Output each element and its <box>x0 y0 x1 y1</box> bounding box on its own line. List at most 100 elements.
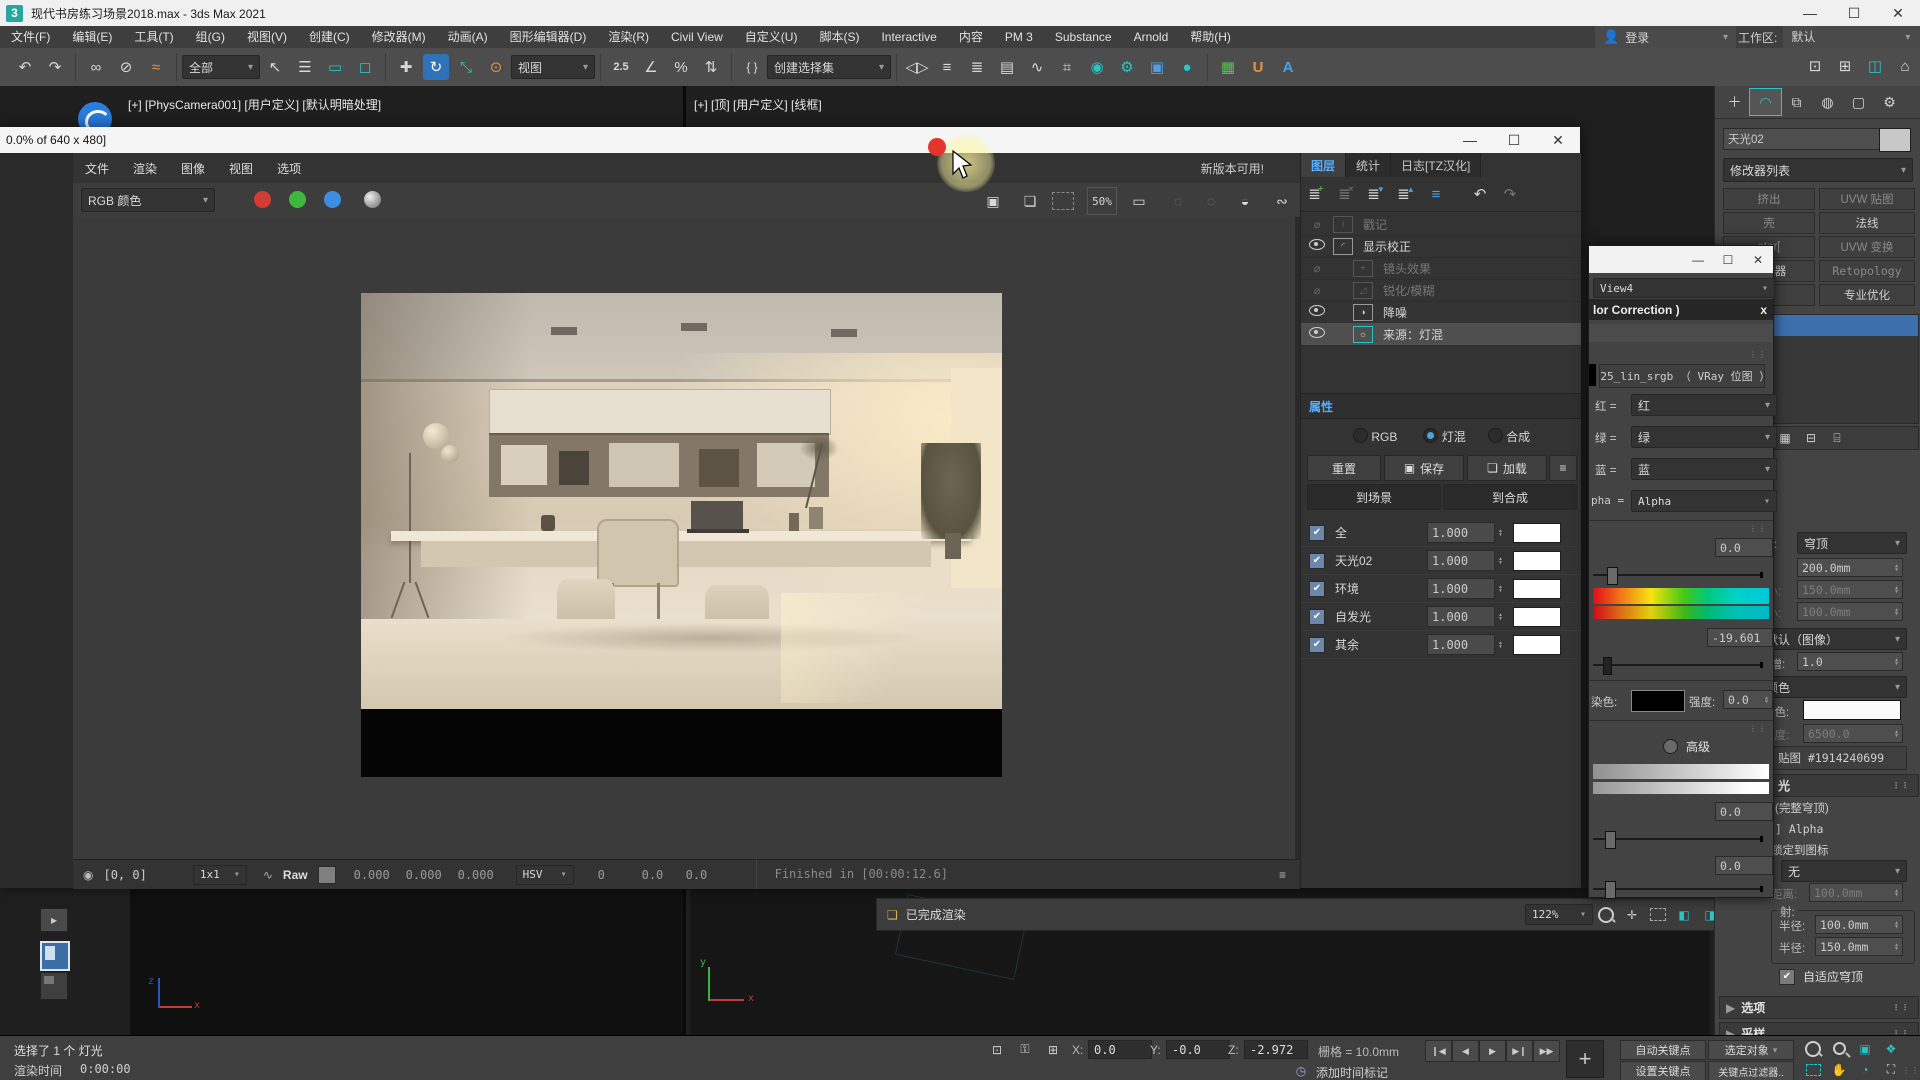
update-notice[interactable]: 新版本可用! <box>1201 160 1264 177</box>
green-map-dropdown[interactable]: 绿 <box>1631 426 1777 448</box>
right-tool-2-icon[interactable]: ⊞ <box>1832 53 1858 79</box>
menu-arnold[interactable]: Arnold <box>1123 26 1180 48</box>
align-icon[interactable]: ≡ <box>934 54 960 80</box>
map-button[interactable]: 贴图 #1914240699 <box>1755 746 1907 770</box>
saturation-value-field[interactable]: -19.601 <box>1707 628 1773 647</box>
contrast-slider[interactable] <box>1593 838 1763 840</box>
grid-icon[interactable]: ⊞ <box>1040 1040 1066 1059</box>
cc-close-button[interactable]: ✕ <box>1743 253 1773 267</box>
menu-views[interactable]: 视图(V) <box>236 26 298 48</box>
eye-off-icon[interactable]: ⌀ <box>1309 262 1325 275</box>
tab-stats[interactable]: 统计 <box>1346 153 1391 177</box>
schematic-view-icon[interactable]: ⌗ <box>1054 54 1080 80</box>
light-color-swatch[interactable] <box>1513 523 1561 543</box>
previous-frame-button[interactable]: ◀ <box>1452 1040 1479 1062</box>
viewport-layout-tab-2[interactable] <box>40 972 68 1000</box>
mod-shell-button[interactable]: 壳 <box>1723 212 1815 234</box>
checkbox-checked[interactable]: ✔ <box>1309 637 1325 653</box>
red-map-dropdown[interactable]: 红 <box>1631 394 1777 416</box>
pin-icon[interactable]: ◉ <box>83 868 93 882</box>
set-key-button[interactable]: 设置关键点 <box>1620 1061 1706 1080</box>
light-color-swatch[interactable] <box>1803 700 1901 720</box>
menu-scripting[interactable]: 脚本(S) <box>808 26 870 48</box>
curve-editor-icon[interactable]: ∿ <box>1024 54 1050 80</box>
zoom-50-button[interactable]: 50% <box>1087 187 1117 215</box>
scale-icon[interactable]: ⤡ <box>453 54 479 80</box>
menu-modifiers[interactable]: 修改器(M) <box>361 26 437 48</box>
vfb-canvas[interactable] <box>73 217 1295 859</box>
menu-pm3[interactable]: PM 3 <box>994 26 1044 48</box>
light-color-swatch[interactable] <box>1513 551 1561 571</box>
lightmix-row-environment[interactable]: ✔ 环境 1.000 ▲▼ <box>1301 575 1581 603</box>
vfb-maximize-button[interactable]: ☐ <box>1492 132 1536 149</box>
eye-off-icon[interactable]: ⌀ <box>1309 284 1325 297</box>
select-by-name-icon[interactable]: ☰ <box>292 54 318 80</box>
mod-uvwmap-button[interactable]: UVW 贴图 <box>1819 188 1915 210</box>
go-to-start-button[interactable]: ❙◀ <box>1425 1040 1452 1062</box>
light-color-swatch[interactable] <box>1513 635 1561 655</box>
menu-customize[interactable]: 自定义(U) <box>734 26 809 48</box>
angle-snap-icon[interactable]: ∠ <box>638 54 664 80</box>
render-icon[interactable]: ● <box>1174 54 1200 80</box>
select-object-icon[interactable]: ↖ <box>262 54 288 80</box>
red-channel-toggle[interactable] <box>254 191 271 208</box>
mod-uvwxform-button[interactable]: UVW 变换 <box>1819 236 1915 258</box>
object-name-field[interactable]: 天光02 <box>1723 128 1881 150</box>
copy-image-icon[interactable]: ❏ <box>1015 187 1045 215</box>
vfb-titlebar[interactable]: 0.0% of 640 x 480] — ☐ ✕ <box>0 127 1580 153</box>
layer-list-icon[interactable]: ≡ <box>1421 182 1451 206</box>
remove-modifier-icon[interactable]: ⊟ <box>1798 429 1824 448</box>
cc-view-dropdown[interactable]: View4 <box>1593 278 1775 298</box>
vfb-menu-render[interactable]: 渲染 <box>121 160 169 177</box>
viewport-label-top[interactable]: [+] [顶] [用户定义] [线框] <box>694 96 822 113</box>
tab-log[interactable]: 日志[TZ汉化] <box>1391 153 1481 177</box>
reset-button[interactable]: 重置 <box>1307 455 1381 481</box>
spinner-snap-icon[interactable]: ⇅ <box>698 54 724 80</box>
radio-lightmix[interactable]: 灯混 <box>1423 428 1465 445</box>
vfb-close-button[interactable]: ✕ <box>1536 132 1580 149</box>
menu-rendering[interactable]: 渲染(R) <box>597 26 660 48</box>
layer-manager-icon[interactable]: ≣ <box>964 54 990 80</box>
lightmix-row-all[interactable]: ✔ 全 1.000 ▲▼ <box>1301 519 1581 547</box>
maxscript-icon[interactable]: { } <box>739 54 765 80</box>
radio-composite[interactable]: 合成 <box>1488 428 1530 445</box>
strength-field[interactable]: 0.0▲▼ <box>1723 690 1773 709</box>
layer-row-stamp[interactable]: ⌀ i 戳记 <box>1301 213 1581 236</box>
mod-retopology-button[interactable]: Retopology <box>1819 260 1915 282</box>
rendered-frame-icon[interactable]: ▣ <box>1144 54 1170 80</box>
to-composite-button[interactable]: 到合成 <box>1443 484 1577 510</box>
safe-frame-icon[interactable]: ◧ <box>1671 905 1697 924</box>
ribbon-icon[interactable]: ▤ <box>994 54 1020 80</box>
layer-row-denoise[interactable]: ◑ 降噪 <box>1301 301 1581 324</box>
eye-icon[interactable] <box>1309 305 1325 319</box>
delete-layer-icon[interactable]: ≣× <box>1331 182 1361 206</box>
cc-titlebar[interactable]: — ☐ ✕ <box>1589 246 1773 273</box>
mod-extrude-button[interactable]: 挤出 <box>1723 188 1815 210</box>
layer-row-sharpen-blur[interactable]: ⌀ ◿ 锐化/模糊 <box>1301 279 1581 302</box>
lock-dropdown[interactable]: 无 <box>1781 860 1907 882</box>
menu-tools[interactable]: 工具(T) <box>123 26 184 48</box>
undo-icon[interactable]: ↶ <box>12 54 38 80</box>
crossing-select-icon[interactable]: ◻ <box>352 54 378 80</box>
curve-icon[interactable]: ∿ <box>263 868 273 882</box>
pixel-ratio-dropdown[interactable]: 1x1 <box>193 865 247 885</box>
region-render-icon[interactable] <box>1052 192 1074 210</box>
eye-icon[interactable] <box>1309 327 1325 341</box>
login-dropdown[interactable]: 👤 登录 ▾ <box>1595 26 1736 48</box>
plugin-a-icon[interactable]: A <box>1275 54 1301 80</box>
key-filters-button[interactable]: 关键点过滤器.. <box>1708 1061 1794 1080</box>
modifier-list-dropdown[interactable]: 修改器列表 <box>1723 158 1913 182</box>
material-editor-icon[interactable]: ◉ <box>1084 54 1110 80</box>
selection-filter-dropdown[interactable]: 全部 <box>182 55 260 79</box>
snap-toggle-icon[interactable]: 2.5 <box>608 54 634 80</box>
adaptive-dome-checkbox[interactable]: ✔ 自适应穹顶 <box>1779 968 1863 985</box>
vfb-minimize-button[interactable]: — <box>1448 132 1492 148</box>
save-image-icon[interactable]: ▣ <box>978 187 1008 215</box>
eye-off-icon[interactable]: ⌀ <box>1309 218 1325 231</box>
orbit-icon[interactable]: ◔ <box>1852 1060 1878 1079</box>
saturation-slider[interactable] <box>1593 664 1763 666</box>
frame-icon[interactable]: ▭ <box>1124 187 1154 215</box>
dashed-region-icon[interactable] <box>1645 905 1671 924</box>
tab-layers[interactable]: 图层 <box>1301 153 1346 177</box>
alpha-sphere-toggle[interactable] <box>364 191 381 208</box>
